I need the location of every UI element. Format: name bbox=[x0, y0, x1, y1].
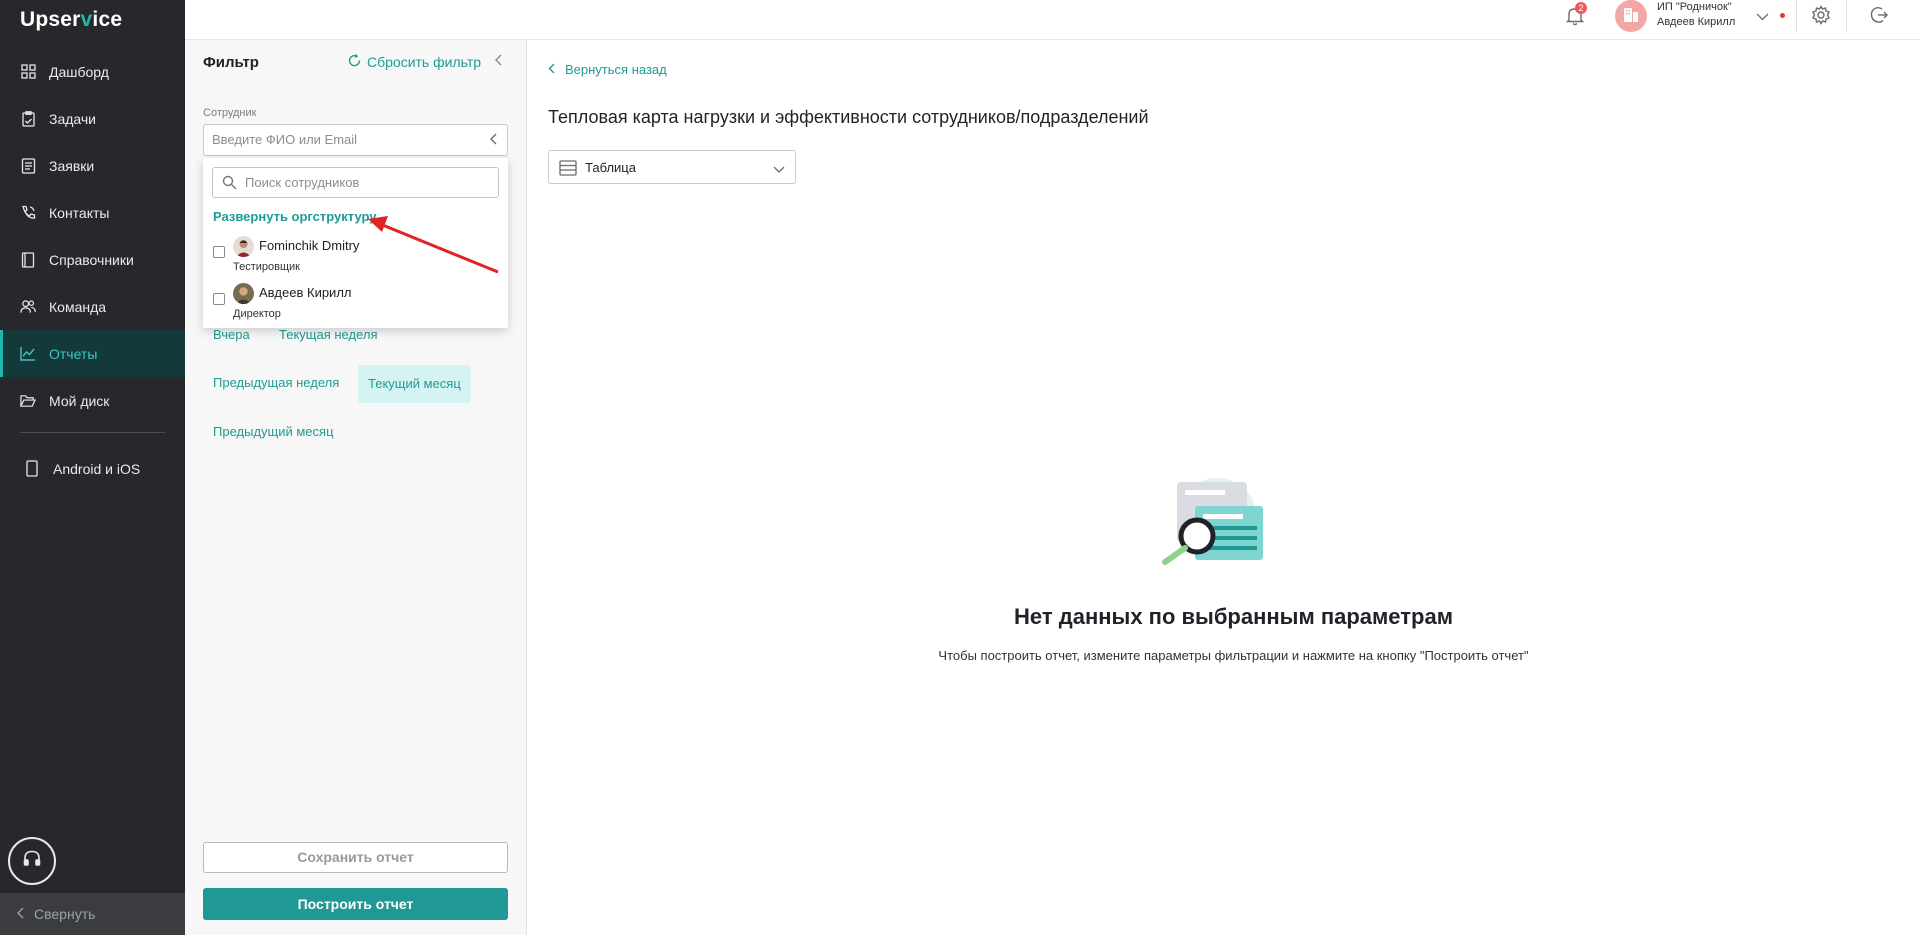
grid-icon bbox=[20, 64, 36, 80]
period-current-month[interactable]: Текущий месяц bbox=[358, 365, 471, 403]
avatar bbox=[233, 236, 254, 257]
filter-panel: Фильтр Сбросить фильтр Сотрудник Введите… bbox=[185, 40, 527, 935]
collapse-filter-button[interactable] bbox=[494, 53, 502, 71]
back-label: Вернуться назад bbox=[565, 62, 667, 77]
sidebar-nav: Дашборд Задачи Заявки Контакты Справочни… bbox=[0, 48, 185, 492]
sidebar-item-label: Задачи bbox=[49, 110, 97, 127]
employee-name: Авдеев Кирилл bbox=[259, 285, 352, 300]
building-icon bbox=[1622, 5, 1640, 28]
sidebar-item-label: Отчеты bbox=[49, 345, 98, 362]
sidebar-item-label: Дашборд bbox=[49, 63, 109, 80]
sidebar-item-references[interactable]: Справочники bbox=[0, 236, 185, 283]
save-report-button[interactable]: Сохранить отчет bbox=[203, 842, 508, 873]
empty-state-subtitle: Чтобы построить отчет, измените параметр… bbox=[938, 648, 1529, 663]
chevron-left-icon bbox=[16, 906, 24, 922]
logo[interactable]: Upservice bbox=[20, 8, 122, 36]
user-name: Авдеев Кирилл bbox=[1657, 16, 1736, 28]
sidebar-item-dashboard[interactable]: Дашборд bbox=[0, 48, 185, 95]
divider bbox=[1846, 0, 1847, 32]
employee-option[interactable]: Авдеев Кирилл Директор bbox=[213, 283, 493, 329]
sidebar-item-label: Контакты bbox=[49, 204, 110, 221]
table-icon bbox=[559, 160, 577, 179]
settings-button[interactable] bbox=[1811, 5, 1831, 30]
period-previous-month[interactable]: Предыдущий месяц bbox=[213, 424, 334, 439]
clipboard-icon bbox=[20, 110, 36, 127]
phone-icon bbox=[20, 205, 36, 221]
employee-placeholder: Введите ФИО или Email bbox=[212, 132, 358, 147]
view-mode-select[interactable]: Таблица bbox=[548, 150, 796, 184]
expand-orgstructure-link[interactable]: Развернуть оргструктуру bbox=[213, 209, 377, 224]
logout-button[interactable] bbox=[1869, 5, 1889, 30]
sidebar-item-disk[interactable]: Мой диск bbox=[0, 377, 185, 424]
filter-title: Фильтр bbox=[203, 54, 259, 71]
account-menu-button[interactable] bbox=[1756, 8, 1769, 26]
logo-text-accent: v bbox=[80, 8, 93, 31]
search-placeholder: Поиск сотрудников bbox=[245, 175, 360, 190]
refresh-icon bbox=[348, 54, 361, 70]
sidebar-item-label: Мой диск bbox=[49, 392, 110, 409]
employee-dropdown: Поиск сотрудников Развернуть оргструктур… bbox=[203, 158, 508, 328]
sidebar-item-contacts[interactable]: Контакты bbox=[0, 189, 185, 236]
employee-input[interactable]: Введите ФИО или Email bbox=[203, 124, 508, 156]
book-icon bbox=[20, 251, 36, 268]
bell-icon bbox=[1565, 8, 1585, 30]
org-account[interactable]: ИП "Родничок" Авдеев Кирилл bbox=[1657, 0, 1735, 30]
sidebar-item-label: Справочники bbox=[49, 251, 134, 268]
sidebar-item-label: Заявки bbox=[49, 157, 95, 174]
org-avatar[interactable] bbox=[1615, 0, 1647, 32]
chart-icon bbox=[20, 346, 36, 362]
empty-state-illustration bbox=[1162, 478, 1263, 565]
period-yesterday[interactable]: Вчера bbox=[213, 327, 250, 342]
chevron-down-icon bbox=[773, 162, 785, 177]
tickets-icon bbox=[20, 157, 36, 174]
sidebar: Upservice Дашборд Задачи Заявки Контакты… bbox=[0, 0, 185, 935]
headset-icon bbox=[22, 849, 42, 874]
reset-filter-button[interactable]: Сбросить фильтр bbox=[348, 54, 481, 70]
org-name: ИП "Родничок" bbox=[1657, 1, 1732, 13]
period-current-week[interactable]: Текущая неделя bbox=[279, 327, 377, 342]
chevron-down-icon bbox=[1756, 8, 1769, 25]
team-icon bbox=[20, 299, 36, 315]
employee-role: Тестировщик bbox=[233, 261, 300, 273]
sidebar-item-tickets[interactable]: Заявки bbox=[0, 142, 185, 189]
search-icon bbox=[222, 175, 237, 193]
collapse-sidebar-button[interactable]: Свернуть bbox=[0, 893, 185, 935]
logo-text-2: ice bbox=[92, 8, 123, 31]
empty-state-title: Нет данных по выбранным параметрам bbox=[1014, 604, 1453, 629]
logo-text-1: Upser bbox=[20, 8, 81, 31]
status-dot bbox=[1780, 13, 1785, 18]
sidebar-item-label: Android и iOS bbox=[53, 460, 141, 477]
sidebar-item-reports[interactable]: Отчеты bbox=[0, 330, 185, 377]
view-mode-value: Таблица bbox=[585, 159, 636, 175]
employee-label: Сотрудник bbox=[203, 107, 257, 119]
reset-filter-label: Сбросить фильтр bbox=[367, 54, 482, 70]
mobile-icon bbox=[24, 460, 40, 477]
avatar bbox=[233, 283, 254, 304]
employee-option[interactable]: Fominchik Dmitry Тестировщик bbox=[213, 236, 493, 282]
sidebar-item-mobile-apps[interactable]: Android и iOS bbox=[0, 445, 185, 492]
support-button[interactable] bbox=[8, 837, 56, 885]
folder-icon bbox=[20, 393, 36, 409]
employee-name: Fominchik Dmitry bbox=[259, 238, 360, 253]
chevron-left-icon bbox=[489, 133, 497, 148]
logout-icon bbox=[1869, 6, 1889, 29]
collapse-label: Свернуть bbox=[34, 906, 96, 922]
divider bbox=[1796, 0, 1797, 32]
chevron-left-icon bbox=[548, 62, 555, 77]
page-title: Тепловая карта нагрузки и эффективности … bbox=[548, 107, 1149, 127]
gear-icon bbox=[1811, 5, 1831, 29]
chevron-left-icon bbox=[494, 53, 502, 70]
employee-checkbox[interactable] bbox=[213, 293, 225, 305]
notifications-badge: 2 bbox=[1575, 2, 1587, 14]
sidebar-item-label: Команда bbox=[49, 298, 107, 315]
sidebar-item-tasks[interactable]: Задачи bbox=[0, 95, 185, 142]
employee-role: Директор bbox=[233, 308, 281, 320]
nav-divider bbox=[20, 432, 165, 433]
period-previous-week[interactable]: Предыдущая неделя bbox=[213, 375, 339, 390]
back-link[interactable]: Вернуться назад bbox=[548, 62, 667, 77]
build-report-button[interactable]: Построить отчет bbox=[203, 888, 508, 920]
employee-checkbox[interactable] bbox=[213, 246, 225, 258]
sidebar-item-team[interactable]: Команда bbox=[0, 283, 185, 330]
employee-search-input[interactable]: Поиск сотрудников bbox=[212, 167, 499, 198]
